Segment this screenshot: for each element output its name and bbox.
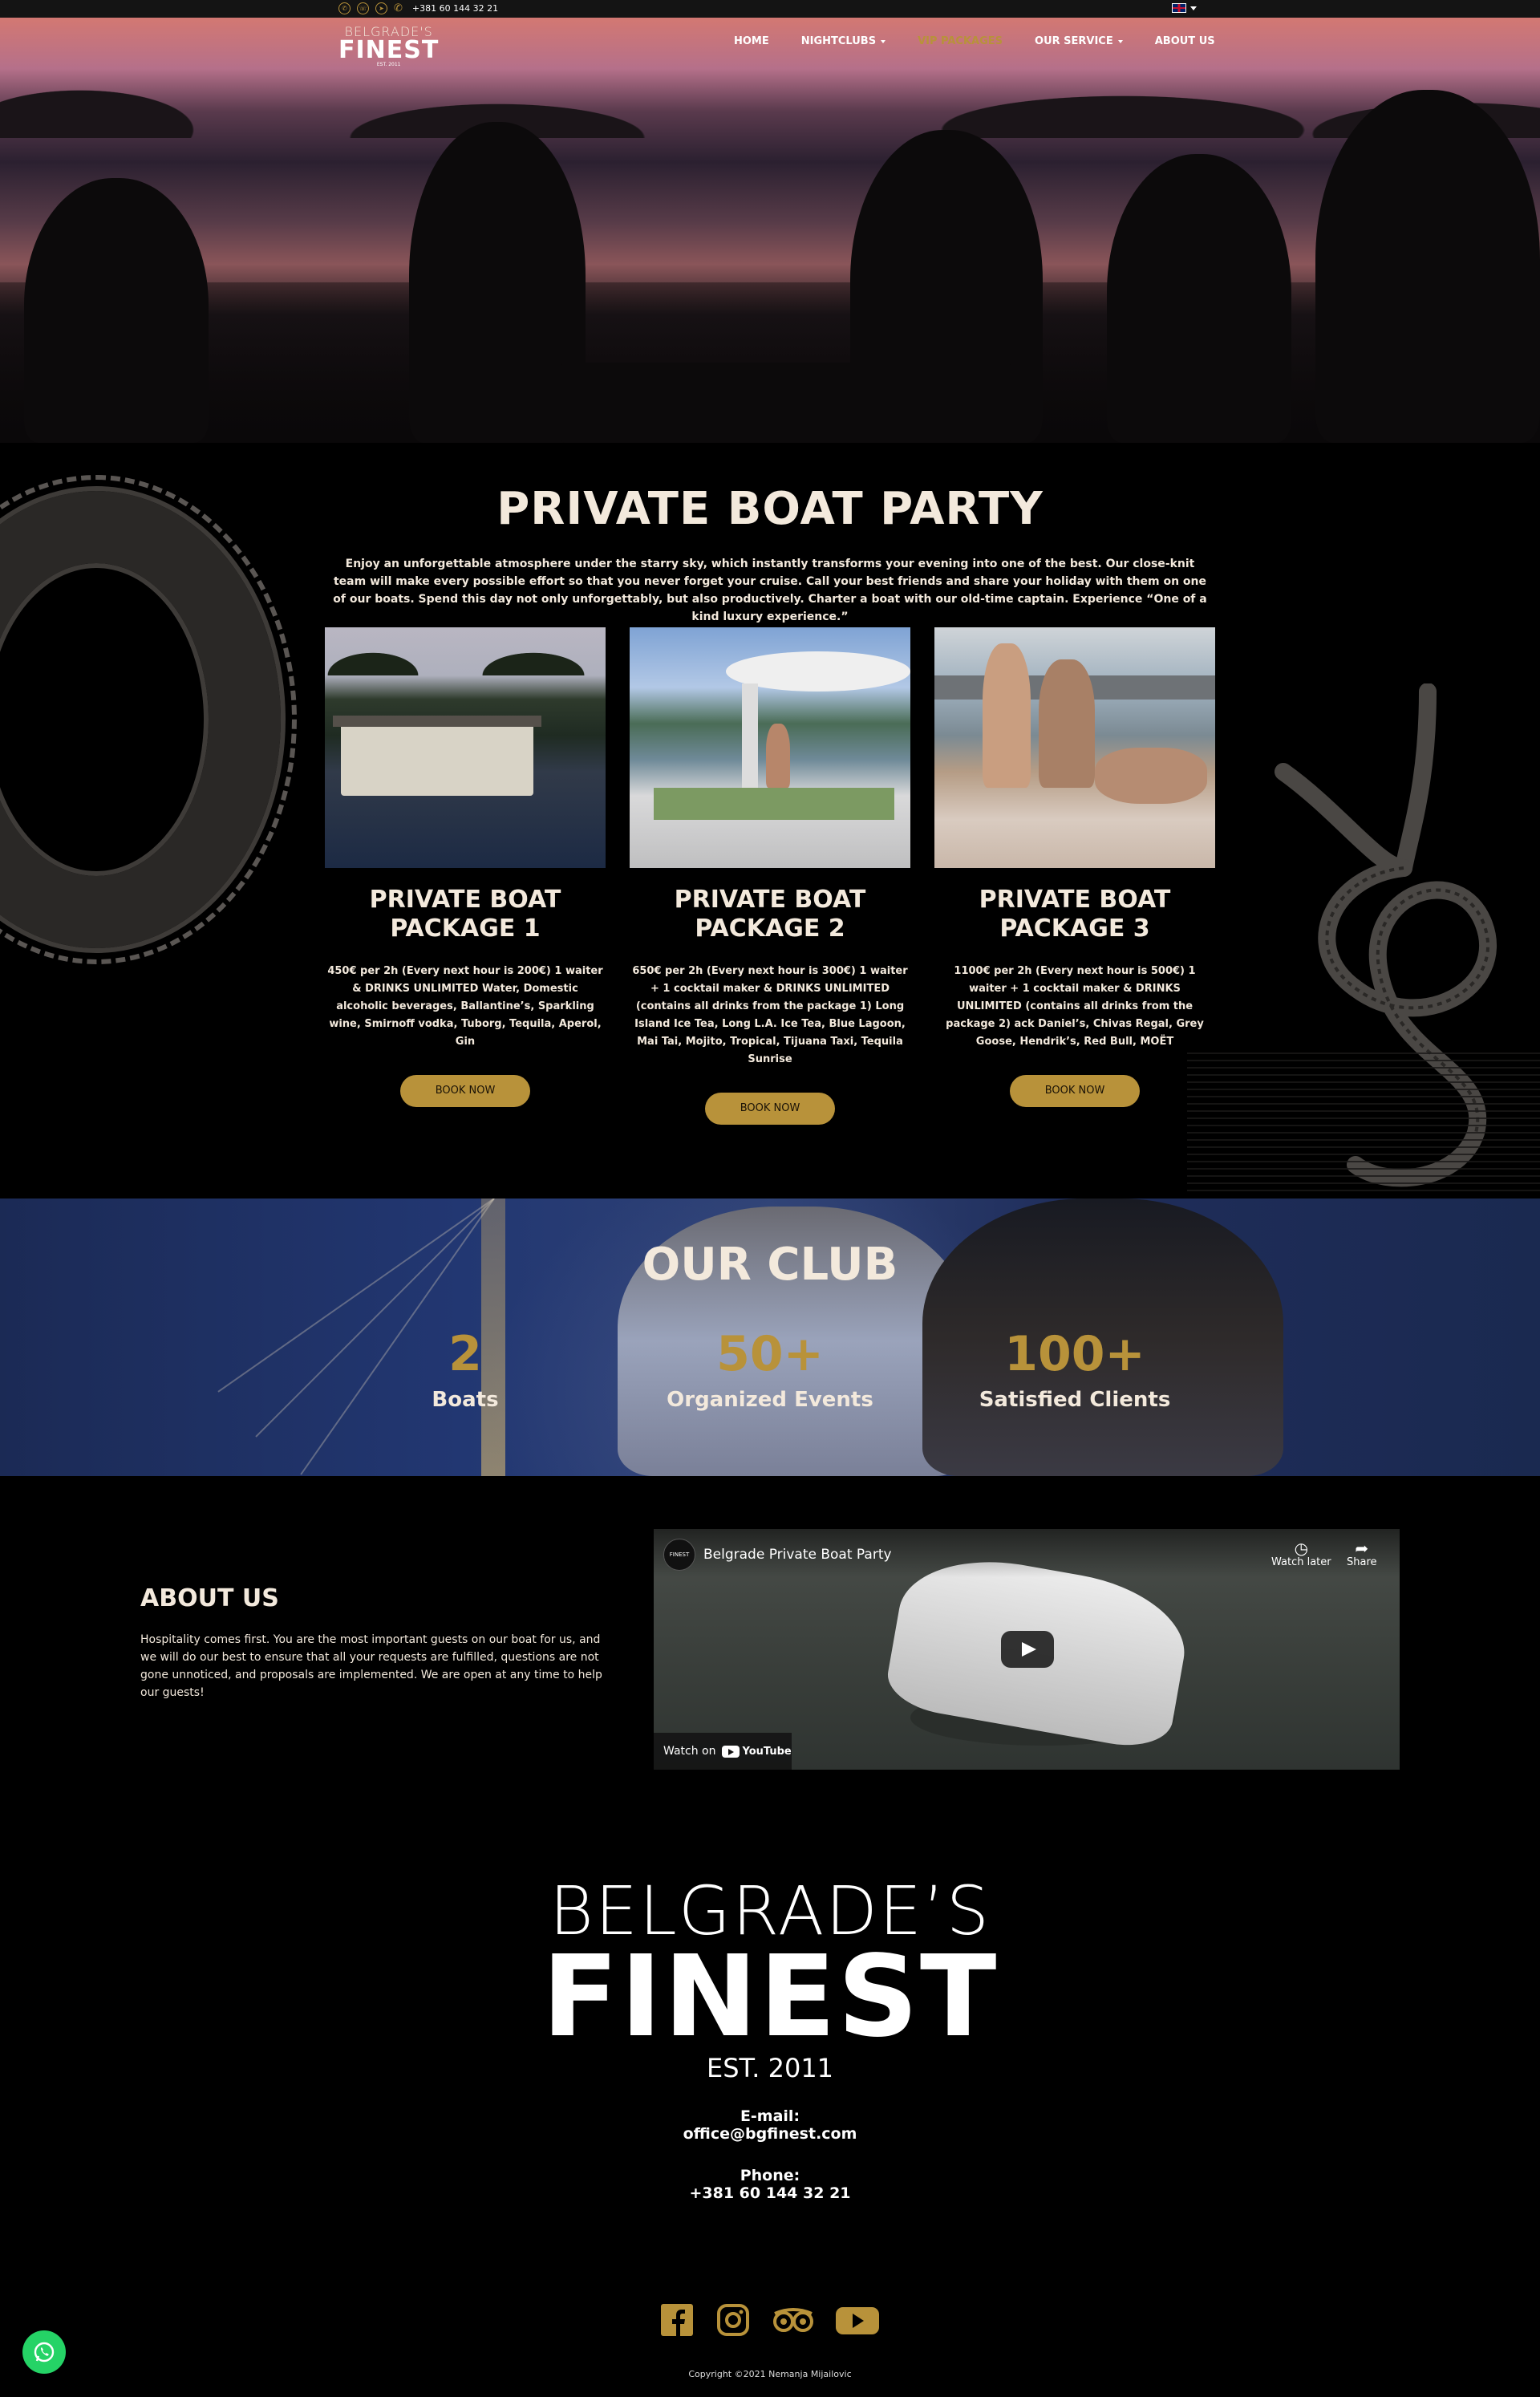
package-photo [325,627,606,868]
video-title[interactable]: Belgrade Private Boat Party [703,1547,892,1563]
hero-table [561,363,1011,443]
youtube-icon[interactable] [834,2301,881,2339]
channel-avatar[interactable]: FINEST [663,1539,695,1571]
stat-number: 100+ [1004,1326,1145,1382]
package-title: PRIVATE BOAT PACKAGE 1 [369,886,561,943]
hero-silhouette [24,178,209,443]
nav-item-vip-packages[interactable]: VIP PACKAGES [918,35,1003,47]
nav-label: HOME [734,35,769,47]
hero-silhouette [409,122,586,443]
viber-icon[interactable]: ☏ [357,2,369,14]
chevron-down-icon [881,39,886,43]
youtube-embed[interactable]: FINEST Belgrade Private Boat Party ◷ Wat… [654,1529,1400,1770]
private-boat-party-section: PRIVATE BOAT PARTY Enjoy an unforgettabl… [0,443,1540,1198]
top-contacts: ✆ ☏ ➤ ✆ +381 60 144 32 21 [338,2,498,14]
whatsapp-chat-button[interactable] [22,2330,66,2374]
water-sketch-decoration [1187,1052,1540,1197]
share-button[interactable]: ➦ Share [1347,1540,1377,1568]
stat-clients: 100+ Satisfied Clients [954,1327,1195,1412]
package-description: 650€ per 2h (Every next hour is 300€) 1 … [632,965,908,1065]
nav-item-about-us[interactable]: ABOUT US [1155,35,1215,47]
phone-icon: ✆ [394,2,403,14]
nav-item-our-service[interactable]: OUR SERVICE [1035,35,1123,47]
youtube-logo: YouTube [722,1745,792,1758]
section-title: OUR CLUB [642,1239,898,1291]
package-title: PRIVATE BOAT PACKAGE 3 [979,886,1171,943]
play-button[interactable] [1001,1631,1054,1668]
watch-later-label: Watch later [1271,1556,1331,1568]
main-nav: BELGRADE'S FINEST EST. 2011 HOME NIGHTCL… [0,18,1540,67]
phone-link[interactable]: +381 60 144 32 21 [0,2184,1540,2202]
our-club-section: OUR CLUB 2 Boats 50+ Organized Events 10… [0,1198,1540,1476]
site-logo[interactable]: BELGRADE'S FINEST EST. 2011 [338,26,439,67]
tripadvisor-icon[interactable] [770,2301,817,2339]
language-switcher[interactable] [1172,3,1197,13]
stat-label: Organized Events [667,1388,873,1412]
email-label: E-mail: [740,2107,800,2125]
hero-image [0,18,1540,443]
facebook-icon[interactable] [658,2301,696,2339]
section-title: PRIVATE BOAT PARTY [496,483,1044,535]
chevron-down-icon [1190,6,1197,10]
email-link[interactable]: office@bgfinest.com [0,2125,1540,2143]
package-description: 1100€ per 2h (Every next hour is 500€) 1… [946,965,1204,1048]
watch-on-youtube-button[interactable]: Watch on YouTube [654,1733,792,1770]
nav-label: VIP PACKAGES [918,35,1003,47]
nav-label: ABOUT US [1154,35,1215,47]
nav-label: OUR SERVICE [1035,35,1113,47]
youtube-play-icon [722,1745,740,1758]
nav-menu: HOME NIGHTCLUBS VIP PACKAGES OUR SERVICE… [734,35,1215,47]
hero-silhouette [1315,90,1540,443]
nav-label: NIGHTCLUBS [800,35,877,47]
book-now-button[interactable]: BOOK NOW [705,1093,835,1125]
watch-later-button[interactable]: ◷ Watch later [1271,1540,1331,1568]
book-now-button[interactable]: BOOK NOW [1010,1075,1140,1107]
email-block: E-mail: office@bgfinest.com [0,2107,1540,2143]
stat-label: Satisfied Clients [979,1388,1171,1412]
stat-number: 50+ [716,1326,824,1382]
hero-treeline [0,74,1540,138]
watch-on-label: Watch on [663,1745,716,1758]
about-text: Hospitality comes first. You are the mos… [140,1633,602,1699]
nav-item-home[interactable]: HOME [734,35,769,47]
social-links [658,2301,881,2339]
package-card: PRIVATE BOAT PACKAGE 3 1100€ per 2h (Eve… [934,627,1215,1107]
section-intro: Enjoy an unforgettable atmosphere under … [333,558,1207,623]
book-now-button[interactable]: BOOK NOW [400,1075,530,1107]
youtube-wordmark: YouTube [742,1745,792,1758]
logo-line2: FINEST [338,36,440,64]
package-photo [630,627,910,868]
stat-events: 50+ Organized Events [650,1327,890,1412]
hero-silhouette [1107,154,1291,443]
phone-label: Phone: [740,2167,800,2184]
clock-icon: ◷ [1294,1539,1309,1558]
share-label: Share [1347,1556,1377,1568]
footer-logo: BELGRADE’S FINEST EST. 2011 [0,1877,1540,2081]
nav-item-nightclubs[interactable]: NIGHTCLUBS [801,35,886,47]
whatsapp-icon [34,2342,55,2363]
footer-logo-line2: FINEST [541,1932,999,2062]
stat-boats: 2 Boats [345,1327,586,1412]
package-title: PRIVATE BOAT PACKAGE 2 [674,886,866,943]
whatsapp-icon[interactable]: ✆ [338,2,351,14]
telegram-icon[interactable]: ➤ [375,2,387,14]
copyright: Copyright ©2021 Nemanja Mijailovic [688,2369,852,2379]
stat-number: 2 [448,1326,482,1382]
instagram-icon[interactable] [714,2301,752,2339]
uk-flag-icon [1172,3,1186,13]
share-icon: ➦ [1355,1539,1369,1558]
top-bar: ✆ ☏ ➤ ✆ +381 60 144 32 21 [0,0,1540,18]
about-title: ABOUT US [140,1584,279,1612]
package-card: PRIVATE BOAT PACKAGE 2 650€ per 2h (Ever… [630,627,910,1125]
package-description: 450€ per 2h (Every next hour is 200€) 1 … [327,965,603,1048]
stat-label: Boats [432,1388,499,1412]
package-photo [934,627,1215,868]
footer-logo-line3: EST. 2011 [706,2053,834,2083]
chevron-down-icon [1117,39,1123,43]
phone-block: Phone: +381 60 144 32 21 [0,2167,1540,2202]
package-card: PRIVATE BOAT PACKAGE 1 450€ per 2h (Ever… [325,627,606,1107]
top-phone[interactable]: +381 60 144 32 21 [412,3,498,14]
